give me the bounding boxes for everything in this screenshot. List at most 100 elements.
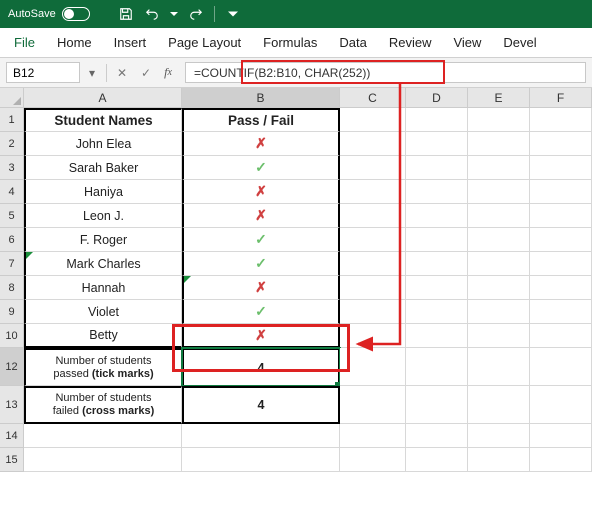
cell-a1[interactable]: Student Names xyxy=(24,108,182,132)
cell[interactable] xyxy=(468,228,530,252)
tab-insert[interactable]: Insert xyxy=(114,35,147,50)
row-header[interactable]: 5 xyxy=(0,204,24,228)
cell[interactable] xyxy=(468,252,530,276)
cell[interactable] xyxy=(530,348,592,386)
cell-a8[interactable]: Hannah xyxy=(24,276,182,300)
col-header-b[interactable]: B xyxy=(182,88,340,108)
cell[interactable] xyxy=(530,276,592,300)
cell[interactable] xyxy=(406,300,468,324)
tab-developer[interactable]: Devel xyxy=(503,35,536,50)
cell-b5[interactable]: ✗ xyxy=(182,204,340,228)
row-header[interactable]: 6 xyxy=(0,228,24,252)
cell[interactable] xyxy=(468,386,530,424)
select-all-button[interactable] xyxy=(0,88,24,108)
row-header[interactable]: 3 xyxy=(0,156,24,180)
name-box-dropdown-icon[interactable]: ▾ xyxy=(84,58,100,87)
cell-b7[interactable]: ✓ xyxy=(182,252,340,276)
undo-icon[interactable] xyxy=(144,6,160,22)
enter-formula-icon[interactable]: ✓ xyxy=(137,64,155,82)
cell[interactable] xyxy=(468,324,530,348)
customize-qat-icon[interactable] xyxy=(225,6,241,22)
error-indicator-icon[interactable] xyxy=(184,276,191,283)
cell-b10[interactable]: ✗ xyxy=(182,324,340,348)
row-header[interactable]: 13 xyxy=(0,386,24,424)
tab-file[interactable]: File xyxy=(14,35,35,50)
row-header[interactable]: 8 xyxy=(0,276,24,300)
col-header-a[interactable]: A xyxy=(24,88,182,108)
cell-a12[interactable]: Number of students passed (tick marks) xyxy=(24,348,182,386)
cell[interactable] xyxy=(468,424,530,448)
cell[interactable] xyxy=(340,448,406,472)
cell-a13[interactable]: Number of students failed (cross marks) xyxy=(24,386,182,424)
cell[interactable] xyxy=(406,448,468,472)
cell[interactable] xyxy=(530,252,592,276)
cell[interactable] xyxy=(468,448,530,472)
cell[interactable] xyxy=(340,386,406,424)
cell-a6[interactable]: F. Roger xyxy=(24,228,182,252)
cell-b12[interactable]: 4 xyxy=(182,348,340,386)
col-header-f[interactable]: F xyxy=(530,88,592,108)
cell[interactable] xyxy=(530,424,592,448)
cell[interactable] xyxy=(340,276,406,300)
cell[interactable] xyxy=(24,448,182,472)
cell[interactable] xyxy=(406,228,468,252)
col-header-d[interactable]: D xyxy=(406,88,468,108)
redo-icon[interactable] xyxy=(188,6,204,22)
row-header[interactable]: 1 xyxy=(0,108,24,132)
tab-home[interactable]: Home xyxy=(57,35,92,50)
fx-icon[interactable]: fx xyxy=(161,64,179,82)
cell[interactable] xyxy=(468,204,530,228)
cell[interactable] xyxy=(406,108,468,132)
error-indicator-icon[interactable] xyxy=(26,252,33,259)
cell[interactable] xyxy=(406,424,468,448)
cell[interactable] xyxy=(340,228,406,252)
cell[interactable] xyxy=(406,386,468,424)
tab-page-layout[interactable]: Page Layout xyxy=(168,35,241,50)
cell-a4[interactable]: Haniya xyxy=(24,180,182,204)
col-header-e[interactable]: E xyxy=(468,88,530,108)
cell-b2[interactable]: ✗ xyxy=(182,132,340,156)
cell[interactable] xyxy=(530,108,592,132)
cell[interactable] xyxy=(340,156,406,180)
undo-dropdown-icon[interactable] xyxy=(170,6,178,22)
cell-a3[interactable]: Sarah Baker xyxy=(24,156,182,180)
cell[interactable] xyxy=(468,108,530,132)
cell[interactable] xyxy=(406,132,468,156)
cell[interactable] xyxy=(468,348,530,386)
cell[interactable] xyxy=(530,448,592,472)
cell-b13[interactable]: 4 xyxy=(182,386,340,424)
cell[interactable] xyxy=(24,424,182,448)
cell[interactable] xyxy=(182,448,340,472)
cell-b8[interactable]: ✗ xyxy=(182,276,340,300)
row-header[interactable]: 7 xyxy=(0,252,24,276)
row-header[interactable]: 15 xyxy=(0,448,24,472)
cell[interactable] xyxy=(468,300,530,324)
cell-b6[interactable]: ✓ xyxy=(182,228,340,252)
cell[interactable] xyxy=(340,348,406,386)
cell[interactable] xyxy=(468,156,530,180)
cell-b9[interactable]: ✓ xyxy=(182,300,340,324)
row-header[interactable]: 4 xyxy=(0,180,24,204)
cell[interactable] xyxy=(530,132,592,156)
cell[interactable] xyxy=(530,156,592,180)
cell[interactable] xyxy=(340,204,406,228)
tab-view[interactable]: View xyxy=(453,35,481,50)
cell[interactable] xyxy=(406,348,468,386)
worksheet-grid[interactable]: A B C D E F 1 Student Names Pass / Fail … xyxy=(0,88,592,472)
name-box[interactable]: B12 xyxy=(6,62,80,83)
cell[interactable] xyxy=(530,228,592,252)
cell[interactable] xyxy=(530,204,592,228)
cancel-formula-icon[interactable]: ✕ xyxy=(113,64,131,82)
save-icon[interactable] xyxy=(118,6,134,22)
cell[interactable] xyxy=(406,252,468,276)
tab-review[interactable]: Review xyxy=(389,35,432,50)
cell[interactable] xyxy=(530,386,592,424)
cell[interactable] xyxy=(468,180,530,204)
formula-bar[interactable]: =COUNTIF(B2:B10, CHAR(252)) xyxy=(185,62,586,83)
cell-a7[interactable]: Mark Charles xyxy=(24,252,182,276)
row-header[interactable]: 14 xyxy=(0,424,24,448)
cell[interactable] xyxy=(406,324,468,348)
tab-data[interactable]: Data xyxy=(339,35,366,50)
cell[interactable] xyxy=(468,132,530,156)
cell-b4[interactable]: ✗ xyxy=(182,180,340,204)
